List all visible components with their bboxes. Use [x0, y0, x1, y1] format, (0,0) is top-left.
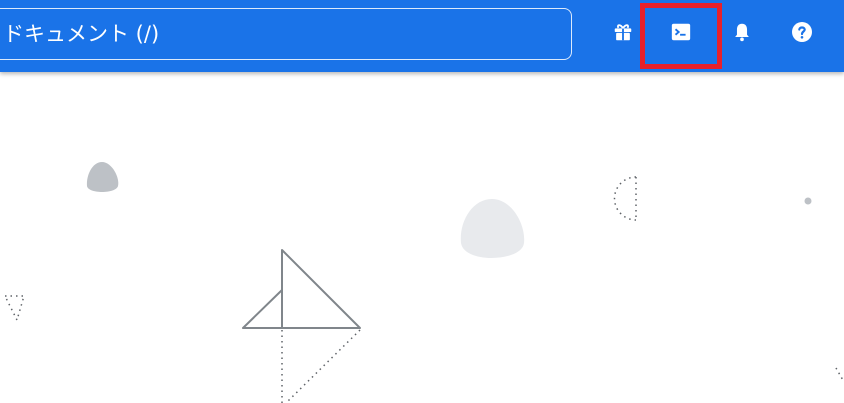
notifications-button[interactable] — [722, 14, 762, 54]
bell-icon — [731, 21, 753, 47]
empty-state-illustration — [3, 162, 844, 403]
search-docs-field[interactable]: ドキュメント (/) — [0, 8, 572, 60]
help-button[interactable] — [782, 14, 822, 54]
help-icon — [790, 20, 814, 48]
gift-button[interactable] — [603, 14, 643, 54]
search-docs-text: ドキュメント (/) — [3, 22, 160, 46]
highlight-box — [640, 3, 722, 69]
top-app-bar: ドキュメント (/) — [0, 0, 844, 72]
gift-icon — [612, 21, 634, 47]
